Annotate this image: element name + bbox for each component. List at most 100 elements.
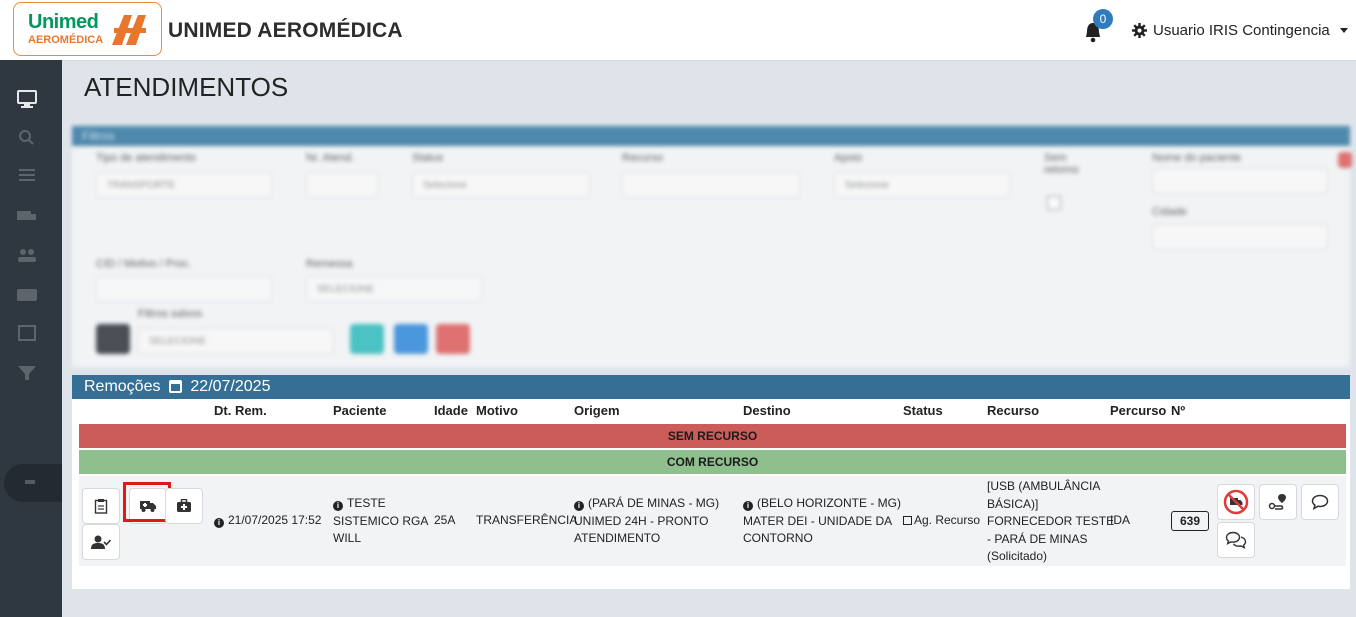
filter-label-remessa: Remessa [306, 258, 353, 270]
app-title: UNIMED AEROMÉDICA [168, 19, 403, 42]
column-header-motivo[interactable]: Motivo [476, 403, 518, 418]
filters-header[interactable]: Filtros [72, 126, 1350, 146]
filter-salvos-select[interactable]: SELECIONE [138, 328, 334, 354]
info-icon[interactable]: i [333, 501, 343, 511]
filter-recurso-input[interactable] [622, 172, 800, 198]
panel-title: Remoções [84, 378, 161, 395]
column-header-numero[interactable]: Nº [1171, 403, 1185, 418]
filter-label-salvos: Filtros salvos [138, 308, 203, 320]
filter-label-sem-retorno: Sem retorno [1044, 152, 1079, 176]
top-bar: Unimed AEROMÉDICA UNIMED AEROMÉDICA 0 Us… [0, 0, 1356, 61]
card-icon[interactable] [14, 284, 40, 306]
filter-label-nr: Nr. Atend. [306, 152, 355, 164]
external-link-icon [903, 516, 912, 525]
filter-label-paciente: Nome do paciente [1152, 152, 1242, 164]
filter-label-tipo: Tipo de atendimento [96, 152, 196, 164]
column-header-destino[interactable]: Destino [743, 403, 791, 418]
comments-button[interactable] [1217, 522, 1255, 558]
filters-panel: Filtros Tipo de atendimento TRANSPORTE N… [72, 122, 1352, 367]
calendar-icon [168, 380, 182, 393]
cell-dt-rem: i 21/07/2025 17:52 [214, 512, 321, 530]
ambulance-icon[interactable] [14, 204, 40, 226]
column-header-recurso[interactable]: Recurso [987, 403, 1039, 418]
chevron-down-icon [1339, 28, 1348, 33]
sidebar-active-pill[interactable] [4, 464, 62, 502]
cell-percurso: IDA [1110, 513, 1131, 527]
cell-paciente: i TESTE SISTEMICO RGA WILL [333, 496, 429, 545]
logo-mark-icon [112, 15, 146, 45]
column-header-idade[interactable]: Idade [434, 403, 468, 418]
filter-label-status: Status [412, 152, 444, 164]
filter-label-cid: CID / Motivo / Proc. [96, 258, 192, 270]
gear-icon [1132, 23, 1147, 38]
cell-numero: 639 [1171, 511, 1209, 531]
band-com-recurso: COM RECURSO [79, 450, 1346, 474]
user-check-icon [91, 535, 111, 549]
panel-date: 22/07/2025 [190, 378, 271, 395]
logo-subtext: AEROMÉDICA [28, 34, 104, 46]
cell-idade: 25A [434, 513, 456, 527]
sem-retorno-checkbox[interactable] [1047, 196, 1061, 210]
column-header-origem[interactable]: Origem [574, 403, 620, 418]
remocoes-panel: Remoções 22/07/2025 Dt. Rem. Paciente Id… [72, 375, 1350, 589]
panel-header: Remoções 22/07/2025 [72, 375, 1350, 399]
route-icon [1268, 494, 1286, 510]
assign-user-button[interactable] [82, 524, 120, 560]
logo[interactable]: Unimed AEROMÉDICA [13, 2, 162, 56]
cell-origem: i (PARÁ DE MINAS - MG) UNIMED 24H - PRONT… [574, 496, 720, 545]
comment-button[interactable] [1301, 484, 1339, 520]
monitor-icon[interactable] [14, 88, 40, 110]
cell-status[interactable]: Ag. Recurso [903, 512, 980, 530]
column-header-dt-rem[interactable]: Dt. Rem. [214, 403, 267, 418]
sidebar [0, 60, 62, 617]
comments-icon [1225, 531, 1247, 549]
column-header-percurso[interactable]: Percurso [1110, 403, 1166, 418]
band-sem-recurso: SEM RECURSO [79, 424, 1346, 448]
comment-icon [1311, 494, 1329, 510]
delete-filter-button[interactable] [436, 324, 470, 354]
filter-nr-input[interactable] [306, 172, 378, 198]
cell-recurso: [USB (AMBULÂNCIA BÁSICA)] FORNECEDOR TES… [987, 479, 1115, 563]
filter-remessa-select[interactable]: SELECIONE [306, 276, 482, 302]
filter-cid-input[interactable] [96, 276, 272, 302]
filter-apoio-select[interactable]: Selecione [834, 172, 1010, 198]
notification-badge[interactable]: 0 [1093, 9, 1113, 29]
search-button[interactable] [96, 324, 130, 354]
filter-icon[interactable] [14, 362, 40, 384]
filter-cidade-input[interactable] [1152, 224, 1328, 250]
cancel-ambulance-button[interactable] [1217, 484, 1255, 520]
page-title: ATENDIMENTOS [84, 72, 289, 102]
medical-bag-icon [177, 499, 191, 512]
clear-button[interactable] [1338, 152, 1352, 168]
user-menu[interactable]: Usuario IRIS Contingencia [1132, 22, 1348, 39]
filters-title: Filtros [82, 129, 115, 143]
column-header-status[interactable]: Status [903, 403, 943, 418]
medical-kit-button[interactable] [165, 488, 203, 524]
logo-text: Unimed [28, 11, 99, 33]
info-icon[interactable]: i [743, 501, 753, 511]
filter-label-apoio: Apoio [834, 152, 863, 164]
no-ambulance-icon [1223, 489, 1249, 515]
cell-destino: i (BELO HORIZONTE - MG) MATER DEI - UNIDA… [743, 496, 901, 545]
clipboard-icon [94, 499, 108, 514]
filter-paciente-input[interactable] [1152, 168, 1328, 194]
search-icon[interactable] [14, 126, 40, 148]
info-icon[interactable]: i [574, 501, 584, 511]
users-icon[interactable] [14, 244, 40, 266]
filter-label-cidade: Cidade [1152, 206, 1187, 218]
route-button[interactable] [1259, 484, 1297, 520]
column-header-paciente[interactable]: Paciente [333, 403, 386, 418]
map-icon[interactable] [14, 322, 40, 344]
filter-tipo-select[interactable]: TRANSPORTE [96, 172, 272, 198]
form-button[interactable] [82, 488, 120, 524]
filter-label-recurso: Recurso [622, 152, 663, 164]
user-name: Usuario IRIS Contingencia [1153, 22, 1330, 39]
cell-motivo: TRANSFERÊNCIA [476, 513, 578, 527]
table-row: i 21/07/2025 17:52 i TESTE SISTEMICO RGA W… [79, 476, 1346, 566]
filter-status-select[interactable]: Selecione [412, 172, 590, 198]
save-filter-button[interactable] [350, 324, 384, 354]
highlight-box [123, 482, 171, 522]
list-icon[interactable] [14, 164, 40, 186]
info-icon[interactable]: i [214, 518, 224, 528]
load-filter-button[interactable] [394, 324, 428, 354]
